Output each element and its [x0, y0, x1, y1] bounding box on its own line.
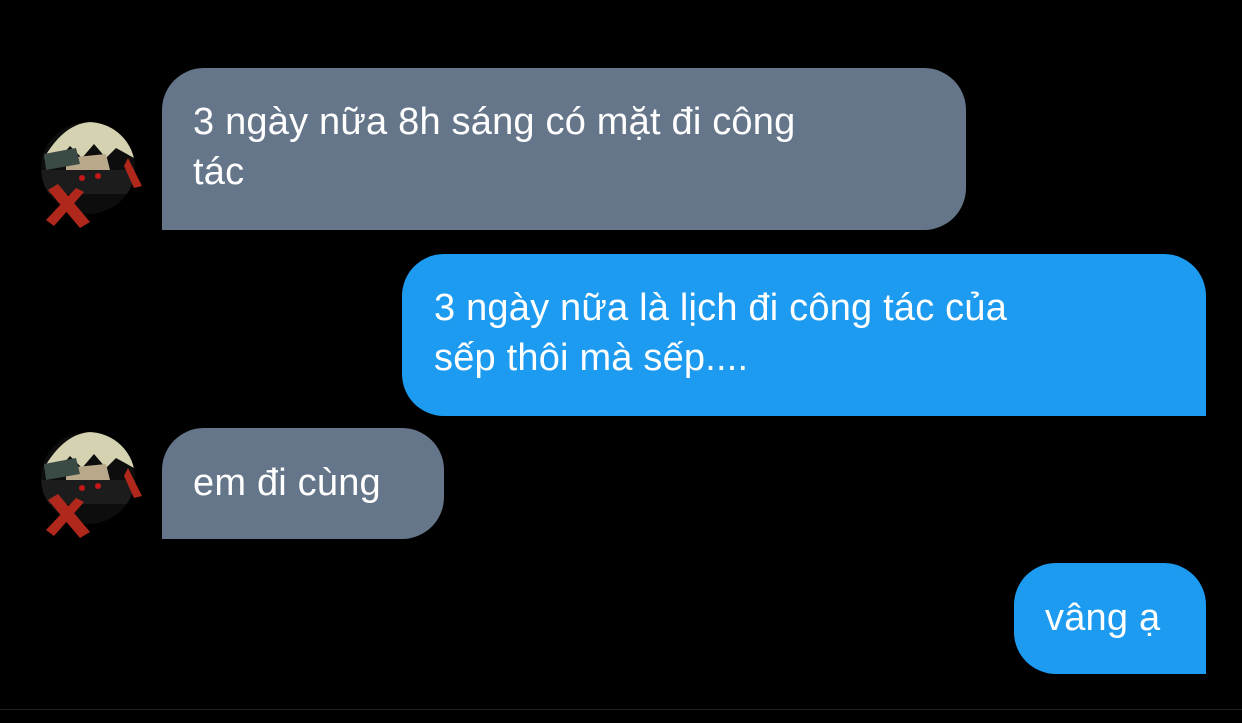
message-text: em đi cùng: [193, 462, 381, 504]
message-bubble-outgoing[interactable]: 3 ngày nữa là lịch đi công tác của sếp t…: [402, 254, 1206, 416]
message-text: vâng ạ: [1045, 597, 1161, 639]
message-text: 3 ngày nữa 8h sáng có mặt đi công: [193, 101, 796, 143]
anime-avatar-icon: [41, 432, 142, 538]
avatar[interactable]: [36, 118, 144, 230]
divider: [0, 709, 1242, 710]
message-text: 3 ngày nữa là lịch đi công tác của: [434, 287, 1008, 329]
message-bubble-outgoing[interactable]: vâng ạ: [1014, 563, 1206, 674]
message-text: tác: [193, 151, 245, 193]
message-text: sếp thôi mà sếp....: [434, 337, 749, 379]
message-bubble-incoming[interactable]: 3 ngày nữa 8h sáng có mặt đi công tác: [162, 68, 966, 230]
avatar[interactable]: [36, 428, 144, 540]
anime-avatar-icon: [41, 122, 142, 228]
message-bubble-incoming[interactable]: em đi cùng: [162, 428, 444, 539]
